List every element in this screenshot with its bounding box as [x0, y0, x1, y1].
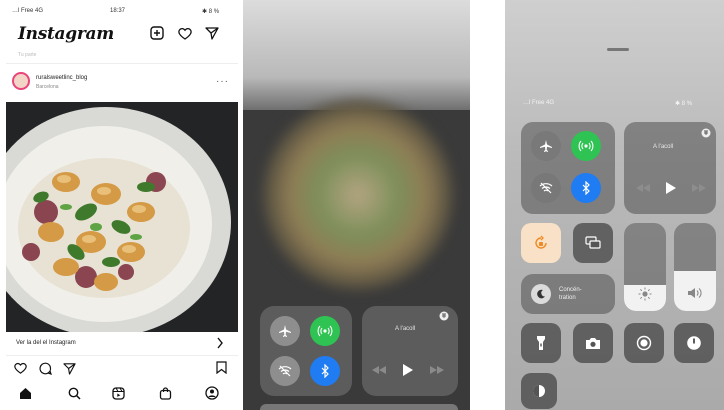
wifi-off-icon[interactable] — [531, 173, 561, 203]
now-playing-title: A l'acoll — [653, 144, 674, 150]
post-actions — [6, 360, 238, 376]
volume-slider[interactable] — [674, 223, 716, 311]
extra-icon — [532, 384, 546, 398]
flashlight-button[interactable] — [521, 323, 561, 363]
link-text: Ver la del el Instagram — [16, 340, 76, 346]
blurred-food-image — [263, 100, 453, 290]
wifi-off-icon[interactable] — [270, 356, 300, 386]
airplane-icon[interactable] — [531, 131, 561, 161]
cellular-icon[interactable] — [310, 316, 340, 346]
divider — [6, 355, 238, 356]
search-icon[interactable] — [65, 384, 83, 402]
forward-icon[interactable] — [692, 184, 706, 192]
food-image — [6, 102, 238, 332]
play-icon[interactable] — [402, 364, 413, 376]
profile-icon[interactable] — [203, 384, 221, 402]
blurred-background — [243, 0, 470, 110]
link-banner[interactable]: Ver la del el Instagram — [6, 334, 238, 354]
reels-icon[interactable] — [109, 384, 127, 402]
screen-record-button[interactable] — [624, 323, 664, 363]
volume-icon — [687, 287, 703, 299]
post-location[interactable]: Barcelona — [36, 84, 59, 90]
instagram-logo: Instagram — [18, 24, 114, 44]
divider — [6, 63, 238, 64]
shop-icon[interactable] — [156, 384, 174, 402]
new-post-icon[interactable] — [149, 25, 165, 41]
status-bar-right: ✱ 8 % — [202, 9, 220, 15]
airplane-icon[interactable] — [270, 316, 300, 346]
extra-control-button[interactable] — [521, 373, 557, 409]
airplay-icon[interactable] — [701, 128, 711, 138]
control-center-screen: …l Free 4G ✱ 8 % A l'acoll Concén- trati… — [505, 0, 724, 410]
status-bar-left: …l Free 4G — [12, 8, 44, 14]
rewind-icon[interactable] — [636, 184, 650, 192]
status-bar-right: ✱ 8 % — [675, 101, 693, 107]
share-icon[interactable] — [63, 362, 76, 375]
bookmark-icon[interactable] — [216, 361, 227, 374]
brightness-slider[interactable] — [624, 223, 666, 311]
post-username[interactable]: ruralsweetlinc_blog — [36, 75, 87, 81]
control-center-transition-screen: A l'acoll — [243, 0, 470, 410]
orientation-lock-button[interactable] — [521, 223, 561, 263]
camera-button[interactable] — [573, 323, 613, 363]
grabber-handle[interactable] — [607, 48, 629, 51]
orientation-lock-icon — [533, 235, 549, 251]
screen-mirroring-icon — [585, 236, 601, 250]
now-playing-title: A l'acoll — [395, 326, 416, 332]
post-photo[interactable] — [6, 102, 238, 332]
send-icon[interactable] — [204, 25, 220, 41]
cellular-icon[interactable] — [571, 131, 601, 161]
status-bar-time: 18:37 — [110, 8, 126, 14]
rewind-icon[interactable] — [372, 366, 386, 374]
more-options-icon[interactable]: ··· — [216, 76, 229, 87]
home-icon[interactable] — [16, 384, 34, 402]
bluetooth-icon[interactable] — [310, 356, 340, 386]
bottom-navigation — [6, 384, 238, 406]
camera-icon — [585, 337, 601, 350]
like-icon[interactable] — [14, 362, 27, 374]
record-icon — [636, 335, 652, 351]
play-icon[interactable] — [665, 182, 676, 194]
focus-label: Concén- tration — [559, 287, 582, 301]
heart-icon[interactable] — [177, 25, 193, 41]
chevron-right-icon — [216, 337, 224, 349]
forward-icon[interactable] — [430, 366, 444, 374]
bluetooth-icon[interactable] — [571, 173, 601, 203]
stories-caption: Tu parte — [18, 52, 37, 58]
screen-mirroring-button[interactable] — [573, 223, 613, 263]
timer-button[interactable] — [674, 323, 714, 363]
avatar[interactable] — [12, 72, 30, 90]
status-bar-left: …l Free 4G — [523, 100, 555, 106]
airplay-icon[interactable] — [439, 311, 449, 321]
comment-icon[interactable] — [39, 362, 52, 375]
timer-icon — [686, 335, 702, 351]
control-tiles-row — [260, 404, 458, 410]
instagram-screen: …l Free 4G 18:37 ✱ 8 % Instagram Tu part… — [6, 0, 238, 410]
brightness-icon — [638, 287, 652, 301]
focus-tile[interactable]: Concén- tration — [521, 274, 615, 314]
moon-icon — [531, 284, 551, 304]
flashlight-icon — [536, 335, 546, 351]
